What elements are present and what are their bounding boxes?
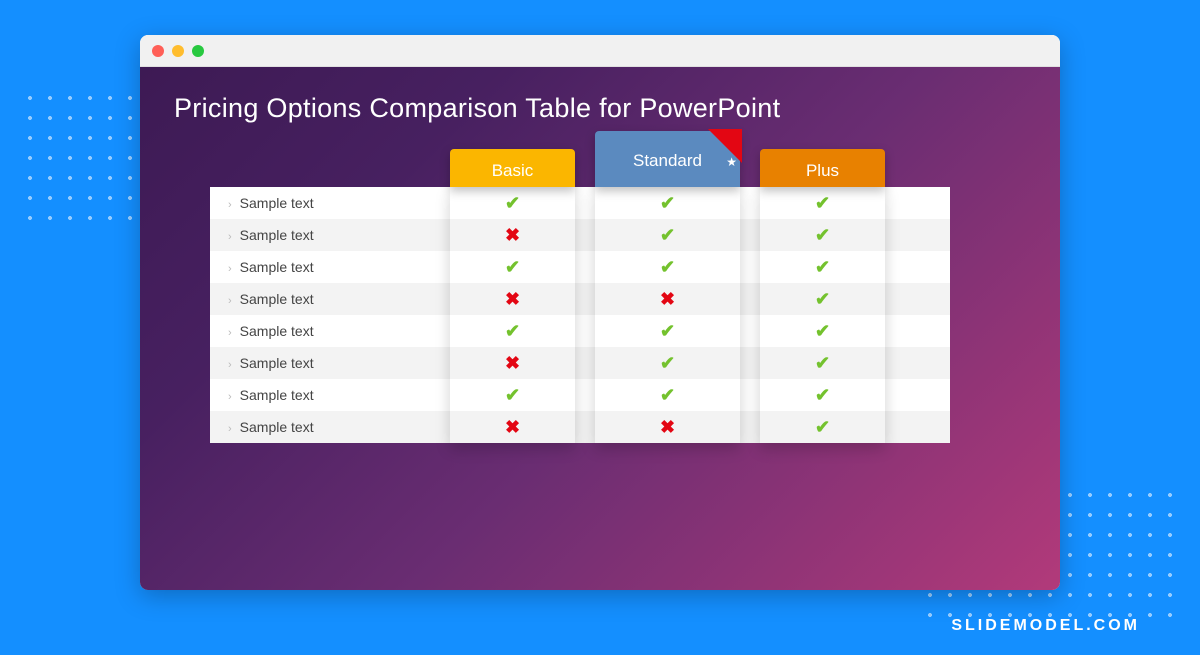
column-bg-plus	[760, 187, 885, 443]
chevron-icon: ›	[228, 359, 232, 371]
chevron-icon: ›	[228, 231, 232, 243]
plan-header-basic: Basic	[450, 149, 575, 187]
chevron-icon: ›	[228, 391, 232, 403]
plan-header-standard: Standard ★	[595, 131, 740, 187]
row-text: Sample text	[240, 419, 314, 435]
column-bg-basic	[450, 187, 575, 443]
row-text: Sample text	[240, 195, 314, 211]
pricing-table: Basic Standard ★ Plus ›Sample text✔✔✔›Sa…	[210, 187, 950, 443]
maximize-icon[interactable]	[192, 45, 204, 57]
col-gap	[740, 379, 760, 411]
plan-label: Standard	[633, 151, 702, 170]
col-gap	[575, 315, 595, 347]
col-gap	[575, 411, 595, 443]
row-label: › Sample text	[210, 347, 450, 379]
chevron-icon: ›	[228, 423, 232, 435]
row-label: › Sample text	[210, 411, 450, 443]
featured-ribbon	[708, 129, 742, 163]
col-gap	[575, 379, 595, 411]
plan-label: Plus	[806, 161, 839, 180]
plan-header-plus: Plus	[760, 149, 885, 187]
slide-title: Pricing Options Comparison Table for Pow…	[174, 93, 1026, 124]
col-gap	[740, 251, 760, 283]
col-gap	[740, 347, 760, 379]
col-gap	[740, 411, 760, 443]
col-gap	[575, 187, 595, 219]
row-label: › Sample text	[210, 219, 450, 251]
col-gap	[575, 219, 595, 251]
slide-canvas: Pricing Options Comparison Table for Pow…	[140, 67, 1060, 590]
col-gap	[575, 347, 595, 379]
col-gap	[575, 251, 595, 283]
column-bg-standard	[595, 187, 740, 443]
row-text: Sample text	[240, 291, 314, 307]
window-titlebar	[140, 35, 1060, 67]
row-label: › Sample text	[210, 315, 450, 347]
chevron-icon: ›	[228, 295, 232, 307]
row-text: Sample text	[240, 355, 314, 371]
row-label: › Sample text	[210, 251, 450, 283]
browser-window: Pricing Options Comparison Table for Pow…	[140, 35, 1060, 590]
star-icon: ★	[726, 132, 737, 192]
row-label: › Sample text	[210, 379, 450, 411]
row-text: Sample text	[240, 323, 314, 339]
col-gap	[740, 283, 760, 315]
brand-watermark: SLIDEMODEL.COM	[951, 617, 1140, 635]
col-gap	[575, 283, 595, 315]
chevron-icon: ›	[228, 263, 232, 275]
chevron-icon: ›	[228, 327, 232, 339]
close-icon[interactable]	[152, 45, 164, 57]
col-gap	[740, 187, 760, 219]
plan-label: Basic	[492, 161, 534, 180]
col-gap	[740, 219, 760, 251]
row-text: Sample text	[240, 259, 314, 275]
row-label: › Sample text	[210, 187, 450, 219]
row-text: Sample text	[240, 227, 314, 243]
chevron-icon: ›	[228, 199, 232, 211]
col-gap	[740, 315, 760, 347]
row-text: Sample text	[240, 387, 314, 403]
row-label: › Sample text	[210, 283, 450, 315]
minimize-icon[interactable]	[172, 45, 184, 57]
